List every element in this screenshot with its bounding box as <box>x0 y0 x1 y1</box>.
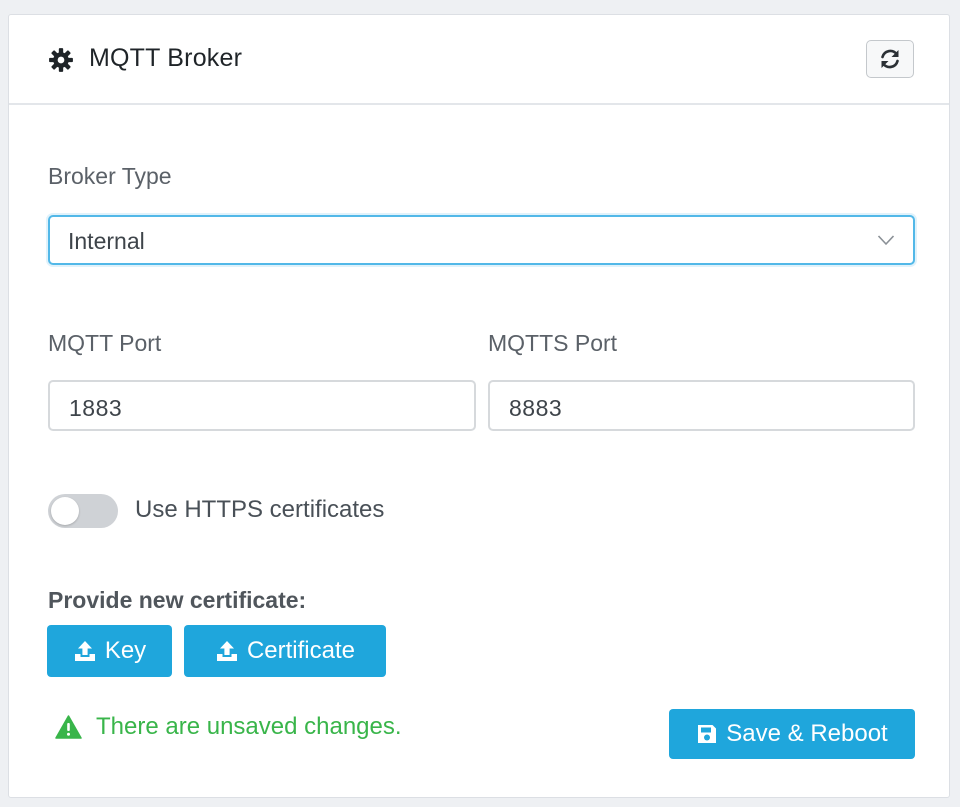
mqtt-port-label: MQTT Port <box>48 330 162 356</box>
broker-type-select[interactable]: Internal <box>48 215 915 265</box>
upload-key-button[interactable]: Key <box>47 625 172 677</box>
upload-certificate-button[interactable]: Certificate <box>184 625 386 677</box>
unsaved-changes-warning: There are unsaved changes. <box>55 713 402 741</box>
mqtts-port-value: 8883 <box>509 395 563 421</box>
toggle-knob <box>51 497 79 525</box>
upload-icon <box>74 641 95 661</box>
mqtts-port-label: MQTTS Port <box>488 330 618 356</box>
card-header: MQTT Broker <box>9 15 949 105</box>
page-title: MQTT Broker <box>89 44 243 72</box>
mqtt-port-input[interactable]: 1883 <box>48 380 476 431</box>
warning-icon <box>55 715 82 739</box>
broker-type-value: Internal <box>68 228 145 254</box>
gear-icon <box>49 48 73 72</box>
chevron-down-icon <box>877 235 895 246</box>
refresh-icon <box>881 49 899 69</box>
mqtt-port-value: 1883 <box>69 395 123 421</box>
mqtt-broker-card: MQTT Broker Broker Type Internal MQTT Po… <box>8 14 950 798</box>
save-reboot-label: Save & Reboot <box>726 720 888 747</box>
certificate-section-label: Provide new certificate: <box>48 587 307 613</box>
floppy-disk-icon <box>698 725 717 743</box>
https-certificates-toggle[interactable] <box>48 494 118 528</box>
upload-certificate-label: Certificate <box>246 637 356 664</box>
broker-type-label: Broker Type <box>48 163 172 189</box>
https-certificates-label: Use HTTPS certificates <box>135 496 385 523</box>
mqtts-port-input[interactable]: 8883 <box>488 380 915 431</box>
refresh-button[interactable] <box>866 40 914 78</box>
upload-key-label: Key <box>104 637 147 664</box>
upload-icon <box>216 641 237 661</box>
save-reboot-button[interactable]: Save & Reboot <box>669 709 915 759</box>
warning-text: There are unsaved changes. <box>96 713 402 740</box>
